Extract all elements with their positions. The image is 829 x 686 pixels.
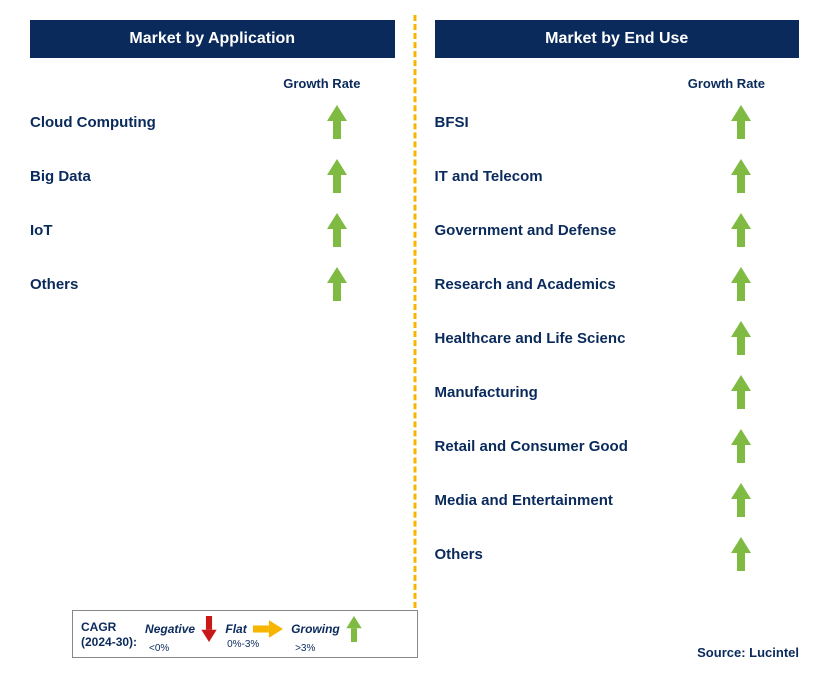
arrow-up-icon xyxy=(731,429,751,463)
arrow-up-icon xyxy=(327,267,347,301)
row-label: BFSI xyxy=(435,114,469,131)
row-label: Manufacturing xyxy=(435,384,538,401)
row-label: Government and Defense xyxy=(435,222,617,239)
legend-growing-label: Growing xyxy=(291,622,340,636)
growth-indicator xyxy=(731,375,751,409)
legend-flat-range: 0%-3% xyxy=(223,639,259,650)
arrow-down-icon xyxy=(201,616,217,642)
arrow-up-icon xyxy=(731,483,751,517)
table-row: Cloud Computing xyxy=(30,105,395,139)
table-row: Research and Academics xyxy=(435,267,800,301)
legend-growing-range: >3% xyxy=(291,643,315,654)
row-label: Media and Entertainment xyxy=(435,492,613,509)
growth-indicator xyxy=(731,267,751,301)
table-row: Media and Entertainment xyxy=(435,483,800,517)
legend-negative: Negative <0% xyxy=(145,616,217,654)
right-column: Market by End Use Growth Rate BFSI IT and… xyxy=(415,20,820,676)
arrow-up-icon xyxy=(731,159,751,193)
growth-indicator xyxy=(731,483,751,517)
growth-indicator xyxy=(731,537,751,571)
table-row: IT and Telecom xyxy=(435,159,800,193)
growth-indicator xyxy=(327,159,347,193)
arrow-up-icon xyxy=(731,375,751,409)
table-row: Big Data xyxy=(30,159,395,193)
table-row: IoT xyxy=(30,213,395,247)
arrow-up-icon xyxy=(731,105,751,139)
growth-indicator xyxy=(731,429,751,463)
growth-indicator xyxy=(731,159,751,193)
growth-indicator xyxy=(731,213,751,247)
legend-negative-range: <0% xyxy=(145,643,169,654)
legend-growing: Growing >3% xyxy=(291,616,362,654)
arrow-right-icon xyxy=(253,620,283,638)
row-label: Others xyxy=(435,546,483,563)
table-row: BFSI xyxy=(435,105,800,139)
arrow-up-icon xyxy=(731,267,751,301)
table-row: Government and Defense xyxy=(435,213,800,247)
row-label: Big Data xyxy=(30,168,91,185)
growth-indicator xyxy=(327,105,347,139)
right-rows: BFSI IT and Telecom Government and Defense… xyxy=(435,105,800,571)
row-label: Healthcare and Life Scienc xyxy=(435,330,626,347)
row-label: Research and Academics xyxy=(435,276,616,293)
growth-indicator xyxy=(327,267,347,301)
row-label: Cloud Computing xyxy=(30,114,156,131)
left-rows: Cloud Computing Big Data IoT Others xyxy=(30,105,395,301)
legend-cagr-line2: (2024-30): xyxy=(81,635,137,649)
row-label: IoT xyxy=(30,222,53,239)
row-label: Retail and Consumer Good xyxy=(435,438,628,455)
arrow-up-icon xyxy=(346,616,362,642)
table-row: Others xyxy=(435,537,800,571)
source-label: Source: Lucintel xyxy=(697,645,799,660)
arrow-up-icon xyxy=(731,213,751,247)
right-growth-label: Growth Rate xyxy=(435,76,800,91)
arrow-up-icon xyxy=(327,105,347,139)
table-row: Retail and Consumer Good xyxy=(435,429,800,463)
legend-flat-label: Flat xyxy=(225,622,246,636)
row-label: IT and Telecom xyxy=(435,168,543,185)
growth-indicator xyxy=(327,213,347,247)
arrow-up-icon xyxy=(327,159,347,193)
left-column: Market by Application Growth Rate Cloud … xyxy=(10,20,415,676)
table-row: Others xyxy=(30,267,395,301)
left-growth-label: Growth Rate xyxy=(30,76,395,91)
growth-indicator xyxy=(731,105,751,139)
growth-indicator xyxy=(731,321,751,355)
arrow-up-icon xyxy=(731,321,751,355)
legend-cagr: CAGR (2024-30): xyxy=(81,620,137,650)
legend-flat: Flat 0%-3% xyxy=(223,620,285,650)
legend: CAGR (2024-30): Negative <0% Flat 0%-3% … xyxy=(72,610,418,658)
row-label: Others xyxy=(30,276,78,293)
right-header: Market by End Use xyxy=(435,20,800,58)
chart-container: Market by Application Growth Rate Cloud … xyxy=(0,0,829,686)
legend-negative-label: Negative xyxy=(145,622,195,636)
left-header: Market by Application xyxy=(30,20,395,58)
arrow-up-icon xyxy=(327,213,347,247)
table-row: Healthcare and Life Scienc xyxy=(435,321,800,355)
legend-cagr-line1: CAGR xyxy=(81,620,116,634)
arrow-up-icon xyxy=(731,537,751,571)
table-row: Manufacturing xyxy=(435,375,800,409)
